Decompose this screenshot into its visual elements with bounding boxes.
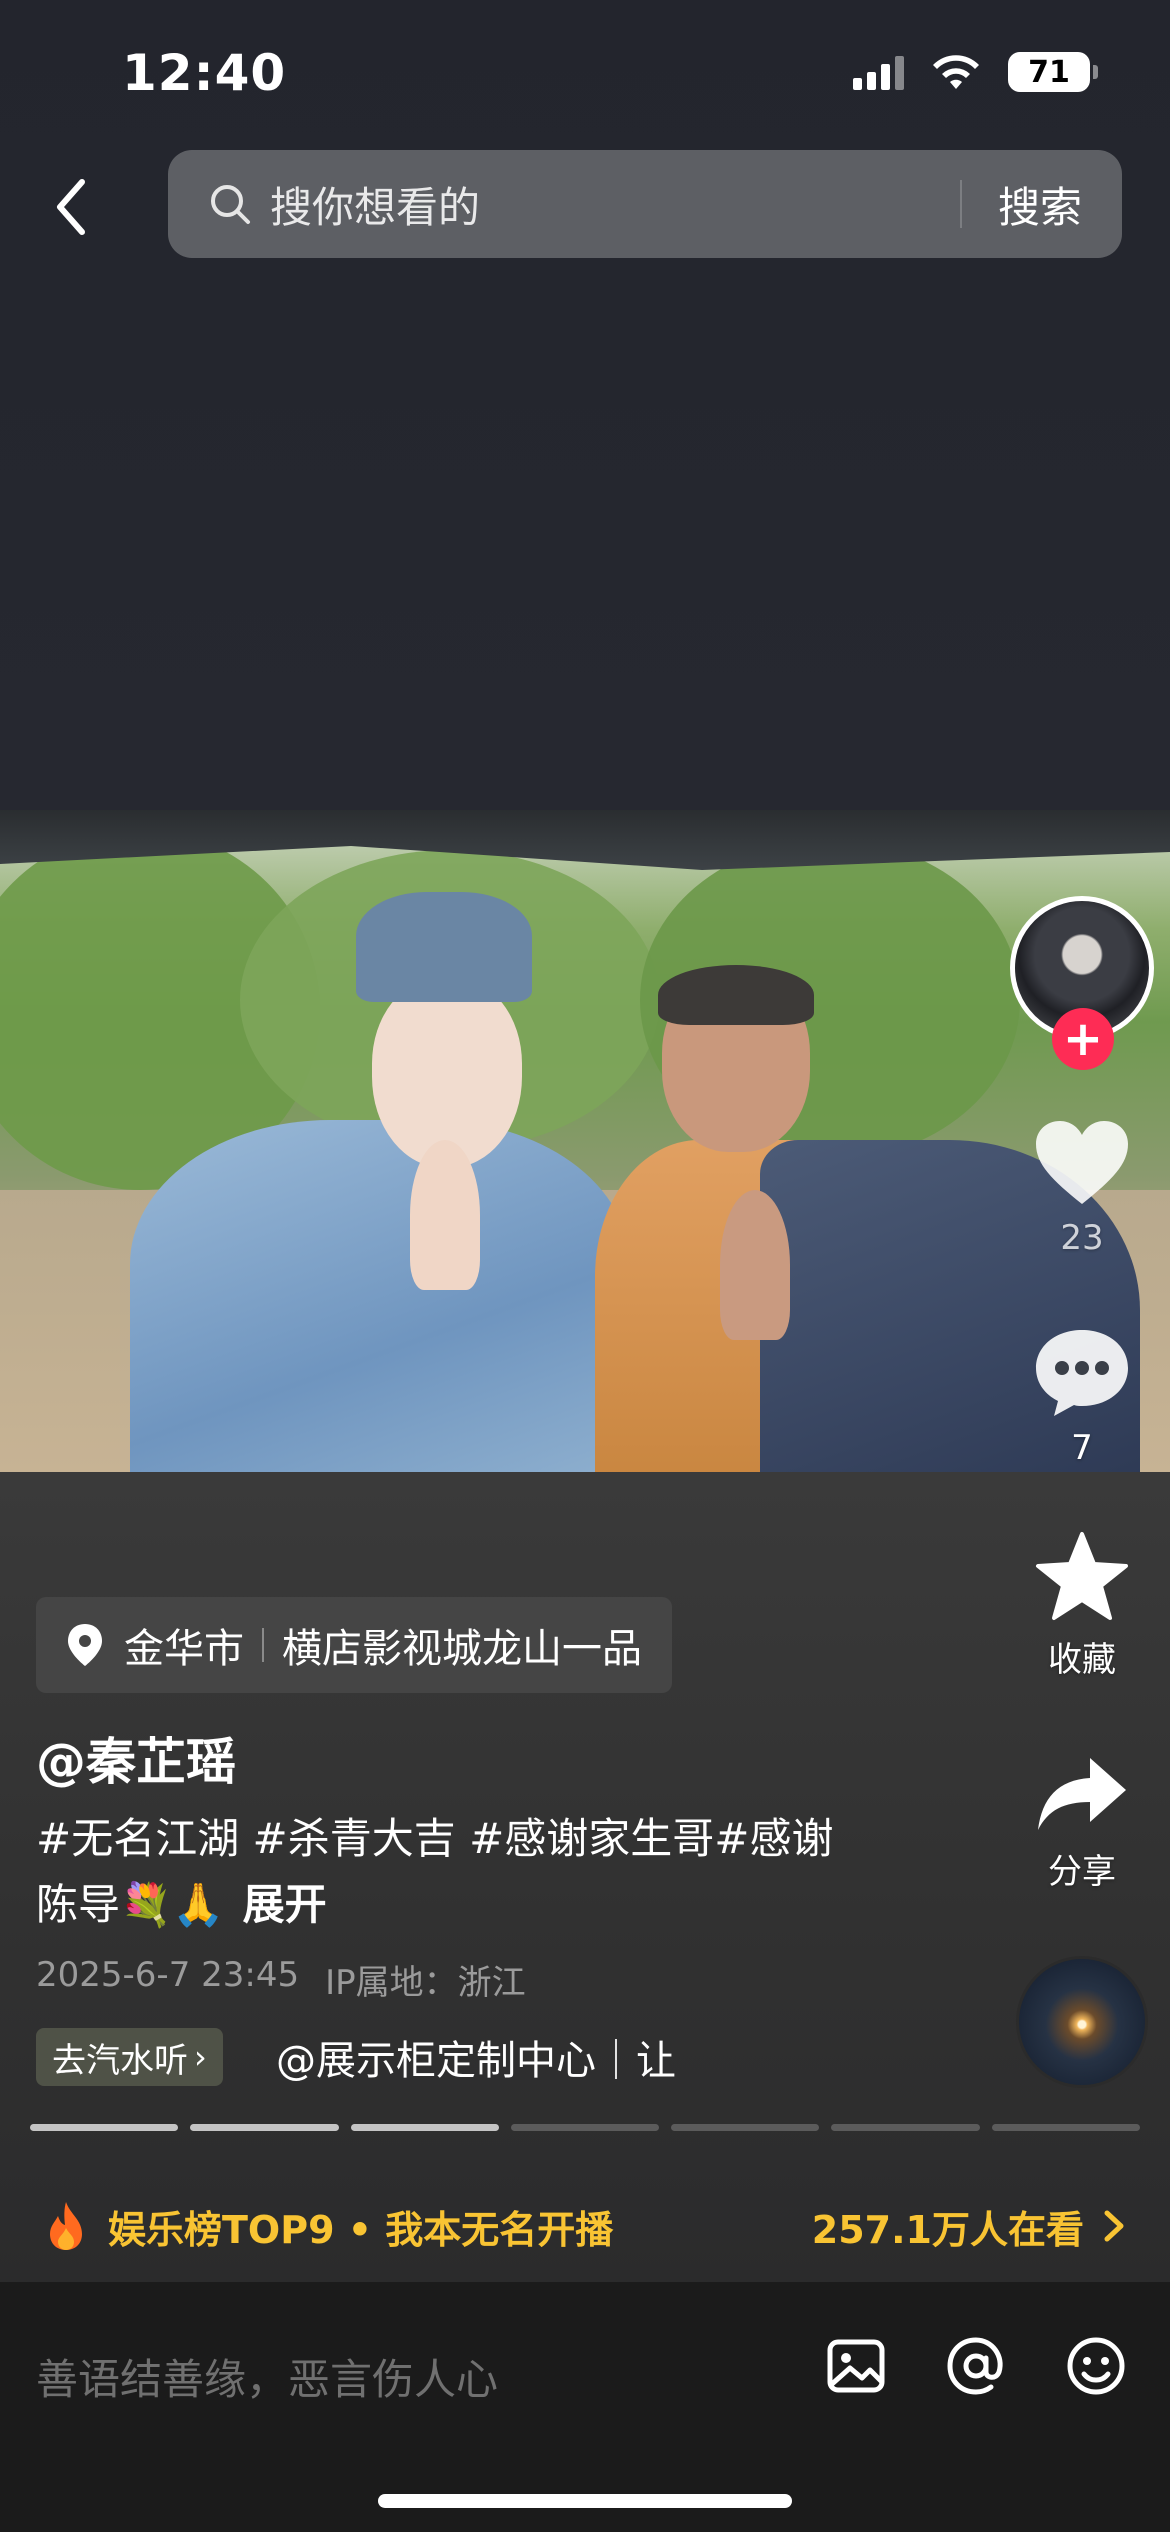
- comment-button[interactable]: 7: [1012, 1326, 1152, 1468]
- star-icon: [1036, 1532, 1128, 1620]
- progress-segment: [350, 2124, 499, 2131]
- search-bar[interactable]: 搜你想看的 搜索: [168, 150, 1122, 258]
- home-indicator[interactable]: [378, 2494, 792, 2508]
- location-place: 横店影视城龙山一品: [282, 1626, 642, 1672]
- search-button[interactable]: 搜索: [962, 174, 1122, 235]
- favorite-button[interactable]: 收藏: [1012, 1530, 1152, 1681]
- post-meta: 2025-6-7 23:45 IP属地：浙江: [36, 1955, 526, 2004]
- search-input[interactable]: 搜你想看的: [270, 174, 960, 235]
- share-label: 分享: [1048, 1852, 1116, 1892]
- share-arrow-icon: [1038, 1758, 1126, 1830]
- chevron-right-icon: [1104, 2210, 1124, 2242]
- location-divider: [262, 1628, 264, 1662]
- caption-line-1[interactable]: #无名江湖 #杀青大吉 #感谢家生哥#感谢: [36, 1806, 916, 1872]
- post-date: 2025-6-7 23:45: [36, 1955, 300, 1995]
- actor-hands: [720, 1190, 790, 1340]
- progress-segment: [831, 2124, 980, 2131]
- search-icon: [211, 185, 250, 224]
- viewer-count: 257.1万人在看: [811, 2207, 1084, 2252]
- actor-hair: [658, 965, 814, 1025]
- heart-icon: [1036, 1121, 1128, 1204]
- caption-line-2-text[interactable]: 陈导💐🙏: [36, 1880, 225, 1929]
- author-username[interactable]: @秦芷瑶: [36, 1722, 236, 1794]
- follow-button[interactable]: +: [1052, 1008, 1114, 1070]
- trending-banner[interactable]: 娱乐榜TOP9 • 我本无名开播 257.1万人在看: [0, 2170, 1170, 2282]
- music-chip[interactable]: 去汽水听 ›: [36, 2028, 223, 2086]
- cellular-signal-icon: [853, 54, 904, 90]
- like-button[interactable]: 23: [1012, 1118, 1152, 1258]
- chevron-right-icon: ›: [194, 2038, 207, 2076]
- favorite-label: 收藏: [1048, 1640, 1116, 1680]
- back-arrow-icon[interactable]: [44, 172, 104, 242]
- music-chip-label: 去汽水听: [52, 2040, 188, 2081]
- location-chip[interactable]: 金华市 横店影视城龙山一品: [36, 1597, 672, 1693]
- comment-bubble-icon: [1036, 1330, 1128, 1416]
- emoji-icon[interactable]: [1064, 2334, 1128, 2398]
- creator-avatar[interactable]: +: [1010, 896, 1154, 1070]
- expand-button[interactable]: 展开: [243, 1880, 327, 1929]
- progress-segment: [671, 2124, 820, 2131]
- video-frame[interactable]: [0, 810, 1170, 1472]
- wifi-icon: [933, 55, 979, 89]
- caption-line-2: 陈导💐🙏 展开: [36, 1872, 916, 1938]
- carousel-progress: [30, 2124, 1140, 2131]
- status-indicators: 71: [853, 52, 1098, 92]
- progress-segment: [991, 2124, 1140, 2131]
- progress-segment: [30, 2124, 179, 2131]
- actress-robe: [130, 1120, 630, 1472]
- image-icon[interactable]: [824, 2334, 888, 2398]
- progress-segment: [190, 2124, 339, 2131]
- status-time: 12:40: [122, 44, 287, 102]
- location-pin-icon: [68, 1624, 102, 1666]
- ip-location: IP属地：浙江: [325, 1963, 526, 2003]
- actress-hat: [356, 892, 532, 1002]
- share-button[interactable]: 分享: [1012, 1754, 1152, 1893]
- comment-count: 7: [1071, 1428, 1093, 1468]
- comment-input[interactable]: 善语结善缘，恶言伤人心: [36, 2346, 498, 2407]
- top-background: [0, 0, 1170, 810]
- mention-link[interactable]: @展示柜定制中心｜让: [276, 2028, 676, 2086]
- music-disc[interactable]: [1016, 1956, 1148, 2088]
- actress-hands: [410, 1140, 480, 1290]
- fire-icon: [50, 2202, 82, 2250]
- at-mention-icon[interactable]: [944, 2334, 1008, 2398]
- trending-text: 娱乐榜TOP9 • 我本无名开播: [108, 2207, 614, 2252]
- location-city: 金华市: [124, 1626, 244, 1672]
- like-count: 23: [1060, 1218, 1104, 1258]
- battery-indicator: 71: [1008, 52, 1098, 92]
- progress-segment: [510, 2124, 660, 2131]
- post-caption: #无名江湖 #杀青大吉 #感谢家生哥#感谢 陈导💐🙏 展开: [36, 1806, 916, 1938]
